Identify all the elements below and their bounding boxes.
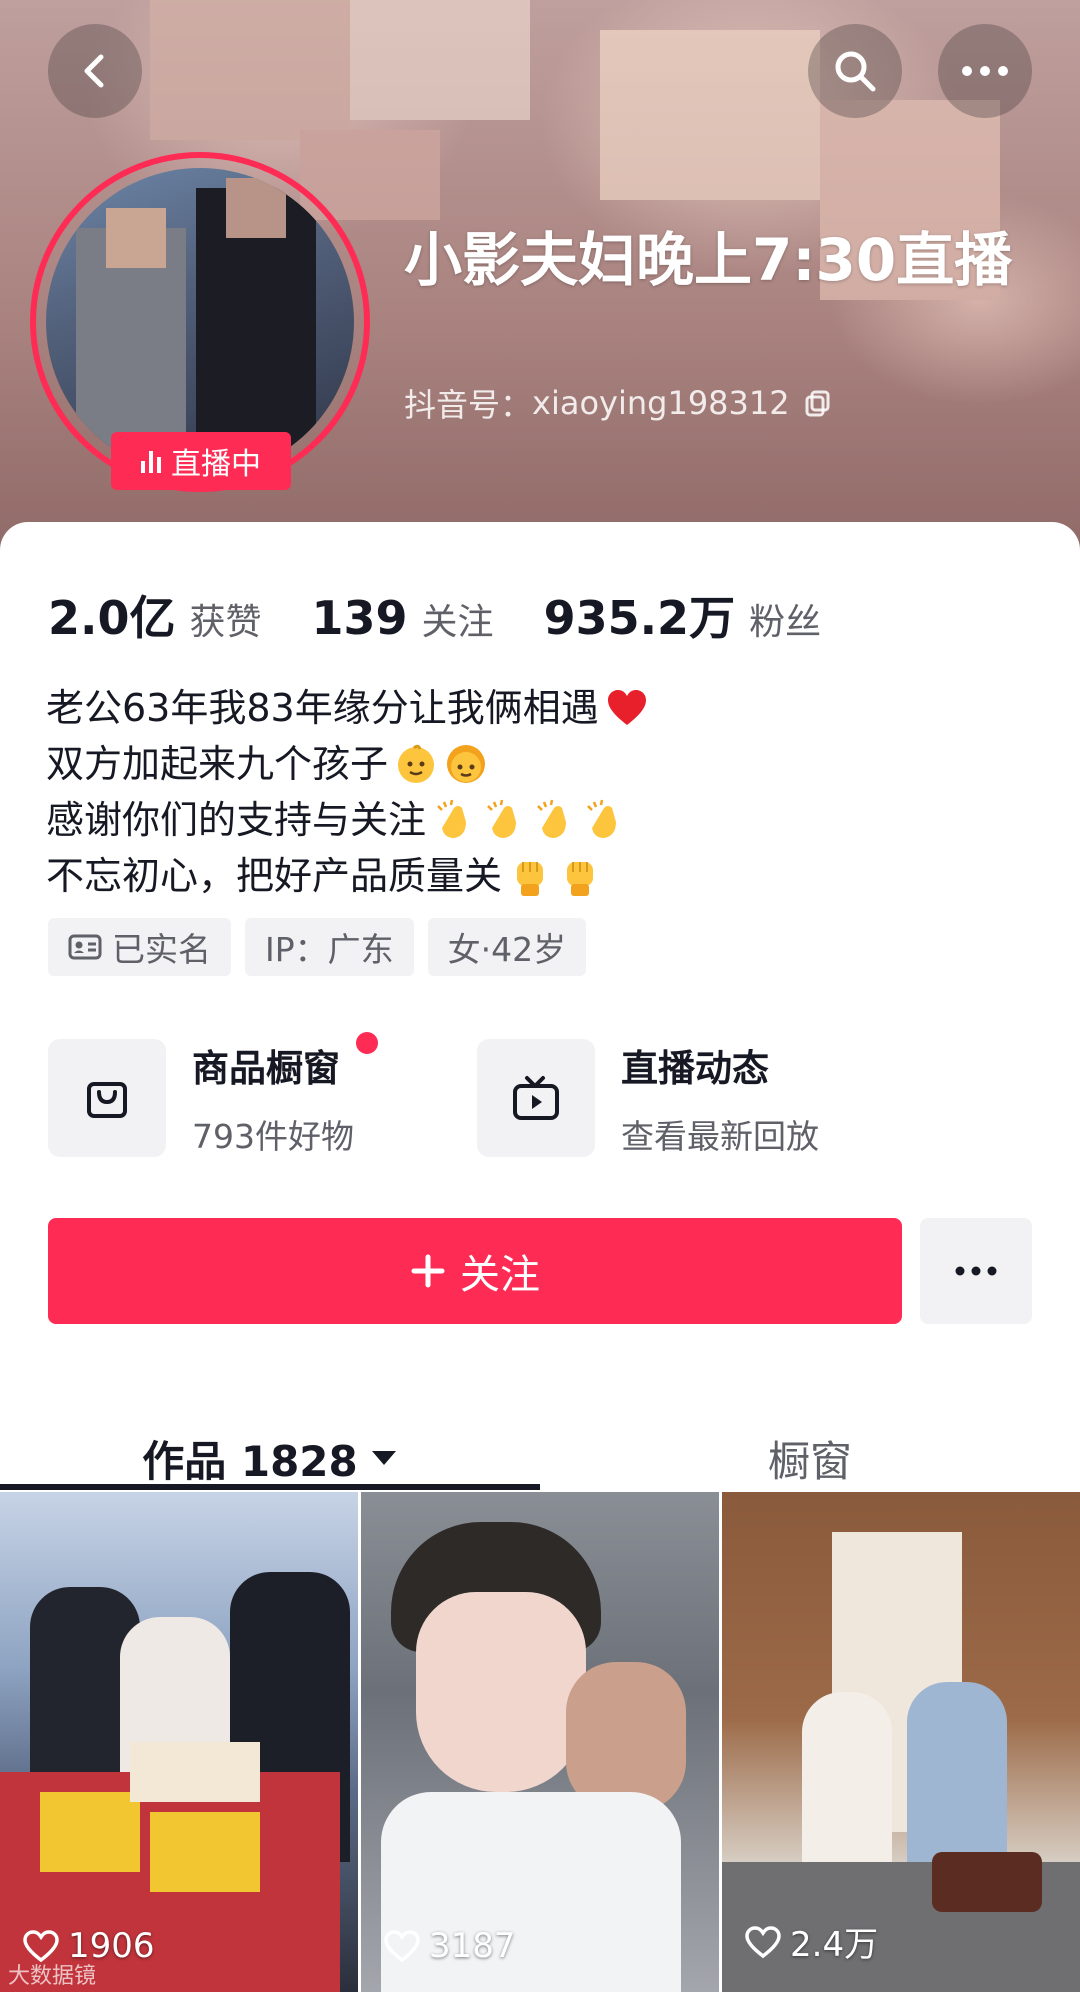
baby-face-icon <box>398 744 435 783</box>
video-likes-count: 2.4万 <box>790 1925 879 1965</box>
notification-dot <box>356 1032 378 1054</box>
raised-fist-icon <box>567 862 594 896</box>
bio-line: 老公63年我83年缘分让我俩相遇 <box>46 680 649 736</box>
clapping-hands-icon <box>587 799 617 838</box>
clapping-hands-icon <box>437 799 467 838</box>
more-icon <box>962 66 1008 76</box>
profile-bio: 老公63年我83年缘分让我俩相遇 双方加起来九个孩子 感谢你们的支持与关注 不忘… <box>46 680 649 904</box>
live-bars-icon <box>141 449 161 473</box>
bio-line-1: 老公63年我83年缘分让我俩相遇 <box>46 686 599 730</box>
more-actions-button[interactable] <box>920 1218 1032 1324</box>
plus-icon <box>411 1254 445 1288</box>
video-likes: 3187 <box>383 1926 516 1966</box>
video-thumbnail[interactable]: 3187 <box>361 1492 719 1992</box>
heart-outline-icon <box>745 1925 781 1958</box>
watermark: 大数据镜 <box>8 1964 97 1989</box>
douyin-id-label: 抖音号： <box>404 386 533 424</box>
verified-tag: 已实名 <box>48 918 231 976</box>
video-thumbnail[interactable]: 2.4万 <box>722 1492 1080 1992</box>
followers-label[interactable]: 粉丝 <box>749 593 821 645</box>
video-likes-count: 3187 <box>429 1926 516 1966</box>
raised-fist-icon <box>517 862 544 896</box>
live-badge[interactable]: 直播中 <box>111 432 291 490</box>
shopping-bag-icon-box <box>48 1039 166 1157</box>
bio-line-4: 不忘初心，把好产品质量关 <box>46 854 503 898</box>
video-likes: 2.4万 <box>744 1917 878 1966</box>
more-horizontal-icon <box>955 1266 997 1276</box>
following-label[interactable]: 关注 <box>422 593 494 645</box>
followers-count[interactable]: 935.2万 <box>544 582 736 648</box>
bio-line: 感谢你们的支持与关注 <box>46 792 649 848</box>
likes-label: 获赞 <box>189 602 262 643</box>
gender-age-label: 女·42岁 <box>447 930 567 969</box>
live-updates-title: 直播动态 <box>621 1047 769 1090</box>
verified-tag-label: 已实名 <box>112 930 211 969</box>
video-grid: 1906 大数据镜 3187 2.4万 <box>0 1492 1080 1992</box>
ip-tag: IP：广东 <box>245 918 414 976</box>
copy-icon[interactable] <box>804 389 832 417</box>
tv-icon-box <box>477 1039 595 1157</box>
tab-works-label: 作品 1828 <box>142 1436 358 1486</box>
profile-nickname: 小影夫妇晚上7:30直播 <box>404 226 1013 294</box>
clapping-hands-icon <box>537 799 567 838</box>
search-button[interactable] <box>808 24 902 118</box>
follow-button-label: 关注 <box>460 1252 540 1298</box>
following-count[interactable]: 139 <box>312 591 408 645</box>
red-heart-icon <box>607 690 646 725</box>
caret-down-icon <box>371 1451 396 1465</box>
profile-card: 2.0亿 获赞 139 关注 935.2万 粉丝 老公63年我83年缘分让我俩相… <box>0 522 1080 1992</box>
douyin-id-value: xiaoying198312 <box>532 384 790 422</box>
girl-face-icon <box>447 745 486 783</box>
clapping-hands-icon <box>487 799 517 838</box>
tv-play-icon <box>513 1076 559 1120</box>
bio-line: 双方加起来九个孩子 <box>46 736 649 792</box>
id-card-icon <box>68 934 102 960</box>
back-button[interactable] <box>48 24 142 118</box>
stats-row: 2.0亿 获赞 139 关注 935.2万 粉丝 <box>48 582 871 648</box>
shop-window-title: 商品橱窗 <box>192 1047 340 1090</box>
live-updates-subtitle: 查看最新回放 <box>621 1117 819 1156</box>
bio-line: 不忘初心，把好产品质量关 <box>46 848 649 904</box>
bio-line-3: 感谢你们的支持与关注 <box>46 798 427 842</box>
ip-tag-label: IP：广东 <box>265 930 394 969</box>
video-thumbnail[interactable]: 1906 大数据镜 <box>0 1492 358 1992</box>
bio-line-2: 双方加起来九个孩子 <box>46 742 389 786</box>
profile-cover: 直播中 小影夫妇晚上7:30直播 抖音号： xiaoying198312 <box>0 0 1080 560</box>
shopping-bag-icon <box>87 1082 127 1118</box>
more-button[interactable] <box>938 24 1032 118</box>
active-tab-indicator <box>0 1484 540 1490</box>
live-badge-label: 直播中 <box>171 447 261 482</box>
live-updates-entry[interactable]: 直播动态 查看最新回放 <box>477 1038 819 1158</box>
douyin-id[interactable]: 抖音号： xiaoying198312 <box>404 380 832 426</box>
follow-button[interactable]: 关注 <box>48 1218 902 1324</box>
heart-outline-icon <box>384 1930 420 1963</box>
shop-window-subtitle: 793件好物 <box>192 1117 354 1156</box>
shop-window-entry[interactable]: 商品橱窗 793件好物 <box>48 1032 378 1158</box>
likes-count: 2.0亿 <box>48 591 176 645</box>
back-icon <box>84 54 104 88</box>
tab-shop-label: 橱窗 <box>767 1436 852 1486</box>
search-icon <box>835 51 876 92</box>
profile-tags: 已实名 IP：广东 女·42岁 <box>48 918 587 976</box>
gender-age-tag: 女·42岁 <box>427 918 587 976</box>
avatar[interactable] <box>46 168 354 476</box>
